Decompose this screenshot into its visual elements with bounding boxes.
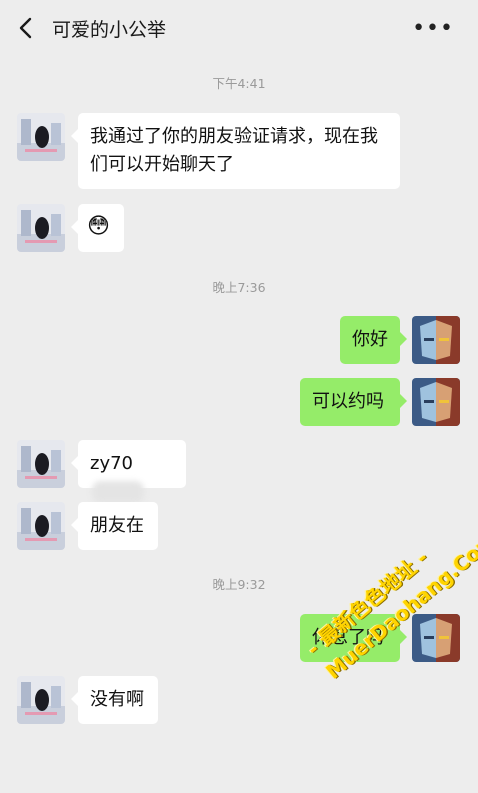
chat-header: 可爱的小公举 ••• <box>0 0 478 56</box>
contact-avatar[interactable] <box>17 502 65 550</box>
message-bubble-self[interactable]: 你好 <box>340 316 407 364</box>
contact-avatar[interactable] <box>17 204 65 252</box>
message-bubble[interactable]: zy70 <box>71 440 186 503</box>
message-bubble-self[interactable]: 可以约吗 <box>300 378 407 426</box>
emoji-message[interactable]: 😳 <box>71 204 124 252</box>
chat-title: 可爱的小公举 <box>52 19 167 41</box>
blurred-region <box>92 481 144 503</box>
chevron-left-icon[interactable] <box>14 14 38 42</box>
message-bubble[interactable]: 朋友在 <box>71 502 158 550</box>
more-dots-icon[interactable]: ••• <box>412 16 454 41</box>
self-avatar[interactable] <box>412 316 460 364</box>
message-bubble[interactable]: 没有啊 <box>71 676 158 724</box>
contact-avatar[interactable] <box>17 440 65 488</box>
timestamp: 晚上9:32 <box>212 577 266 592</box>
timestamp: 下午4:41 <box>212 76 266 91</box>
message-bubble-self[interactable]: 休息了吗 <box>300 614 407 662</box>
self-avatar[interactable] <box>412 614 460 662</box>
contact-avatar[interactable] <box>17 676 65 724</box>
contact-avatar[interactable] <box>17 113 65 161</box>
message-text: zy70 <box>90 453 134 474</box>
message-bubble[interactable]: 我通过了你的朋友验证请求，现在我们可以开始聊天了 <box>71 113 400 189</box>
self-avatar[interactable] <box>412 378 460 426</box>
timestamp: 晚上7:36 <box>212 280 266 295</box>
